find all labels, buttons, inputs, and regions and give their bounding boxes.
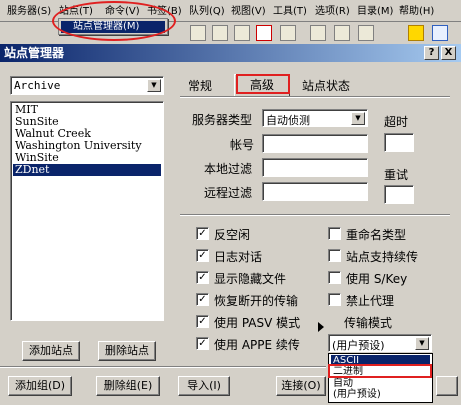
checkbox-label: 重命名类型: [346, 228, 407, 242]
menu-queue[interactable]: 队列(Q): [186, 4, 228, 19]
annotation-box: [328, 364, 432, 378]
connect-button[interactable]: 连接(O): [276, 376, 326, 396]
resume-transfer-checkbox[interactable]: ✓: [196, 293, 209, 306]
add-site-button[interactable]: 添加站点: [22, 341, 80, 361]
menu-view[interactable]: 视图(V): [228, 4, 269, 19]
checkbox-label: 使用 APPE 续传: [214, 338, 300, 352]
help-button[interactable]: ?: [424, 46, 439, 60]
close-button[interactable]: X: [441, 46, 456, 60]
transfer-mode-label: 传输模式: [344, 316, 393, 330]
no-proxy-checkbox[interactable]: [328, 293, 341, 306]
menu-server[interactable]: 服务器(S): [4, 4, 54, 19]
anti-idle-checkbox[interactable]: ✓: [196, 227, 209, 240]
section-divider: [180, 214, 450, 216]
checkbox-label: 显示隐藏文件: [214, 272, 287, 286]
server-type-label: 服务器类型: [192, 113, 253, 127]
site-resume-checkbox[interactable]: [328, 249, 341, 262]
delete-group-button[interactable]: 删除组(E): [96, 376, 160, 396]
tool-icon[interactable]: [280, 25, 296, 41]
delete-icon[interactable]: [256, 25, 272, 41]
tool-icon[interactable]: [190, 25, 206, 41]
log-dialog-checkbox[interactable]: ✓: [196, 249, 209, 262]
chevron-down-icon[interactable]: ▼: [351, 112, 365, 125]
checkbox-label: 禁止代理: [346, 294, 395, 308]
remote-filter-field[interactable]: [262, 182, 368, 201]
tool-icon[interactable]: [334, 25, 350, 41]
tool-icon[interactable]: [358, 25, 374, 41]
annotation-box: [236, 74, 290, 94]
chevron-down-icon[interactable]: ▼: [147, 79, 161, 92]
timeout-field[interactable]: [384, 133, 414, 152]
menu-help[interactable]: 帮助(H): [396, 4, 437, 19]
transfer-mode-select[interactable]: (用户预设) ▼: [328, 334, 432, 352]
remote-filter-label: 远程过滤: [204, 186, 253, 200]
checkbox-label: 使用 PASV 模式: [214, 316, 301, 330]
delete-site-button[interactable]: 删除站点: [98, 341, 156, 361]
dialog-title: 站点管理器: [4, 46, 65, 60]
list-item[interactable]: (用户预设): [331, 389, 430, 400]
bottom-divider: [0, 366, 326, 368]
tab-site-status[interactable]: 站点状态: [302, 77, 350, 94]
checkbox-label: 反空闲: [214, 228, 251, 242]
pasv-mode-checkbox[interactable]: ✓: [196, 315, 209, 328]
more-button[interactable]: [436, 376, 458, 396]
menu-directory[interactable]: 目录(M): [354, 4, 396, 19]
checkbox-label: 恢复断开的传输: [214, 294, 299, 308]
account-field[interactable]: [262, 134, 368, 153]
menu-tools[interactable]: 工具(T): [270, 4, 310, 19]
skey-checkbox[interactable]: [328, 271, 341, 284]
checkbox-label: 站点支持续传: [346, 250, 419, 264]
site-group-select[interactable]: Archive ▼: [10, 76, 164, 95]
server-type-select[interactable]: 自动侦测 ▼: [262, 109, 368, 127]
tool-icon[interactable]: [310, 25, 326, 41]
import-button[interactable]: 导入(I): [178, 376, 230, 396]
cursor-icon: [318, 322, 324, 332]
checkbox-label: 使用 S/Key: [346, 272, 408, 286]
add-group-button[interactable]: 添加组(D): [8, 376, 72, 396]
retry-field[interactable]: [384, 185, 414, 204]
tool-icon[interactable]: [234, 25, 250, 41]
rename-type-checkbox[interactable]: [328, 227, 341, 240]
chevron-down-icon[interactable]: ▼: [415, 337, 429, 350]
list-item[interactable]: 自动: [331, 378, 430, 389]
local-filter-label: 本地过滤: [204, 162, 253, 176]
transfer-mode-value: (用户预设): [332, 339, 385, 352]
checkbox-label: 日志对话: [214, 250, 263, 264]
retry-label: 重试: [384, 168, 409, 182]
folder-icon[interactable]: [408, 25, 424, 41]
account-label: 帐号: [230, 138, 255, 152]
tab-general[interactable]: 常规: [188, 77, 212, 94]
timeout-label: 超时: [384, 115, 409, 129]
menu-options[interactable]: 选项(R): [312, 4, 353, 19]
site-list[interactable]: MIT SunSite Walnut Creek Washington Univ…: [10, 101, 164, 321]
tool-icon[interactable]: [212, 25, 228, 41]
local-filter-field[interactable]: [262, 158, 368, 177]
refresh-icon[interactable]: [432, 25, 448, 41]
annotation-circle: [52, 1, 176, 41]
show-hidden-checkbox[interactable]: ✓: [196, 271, 209, 284]
server-type-value: 自动侦测: [266, 114, 310, 127]
appe-resume-checkbox[interactable]: ✓: [196, 337, 209, 350]
list-item[interactable]: ZDnet: [13, 164, 161, 176]
dialog-titlebar: 站点管理器: [0, 44, 461, 62]
tab-divider: [180, 96, 450, 98]
site-group-value: Archive: [14, 79, 61, 92]
transfer-mode-list[interactable]: ASCII 二进制 自动 (用户预设): [328, 353, 433, 403]
